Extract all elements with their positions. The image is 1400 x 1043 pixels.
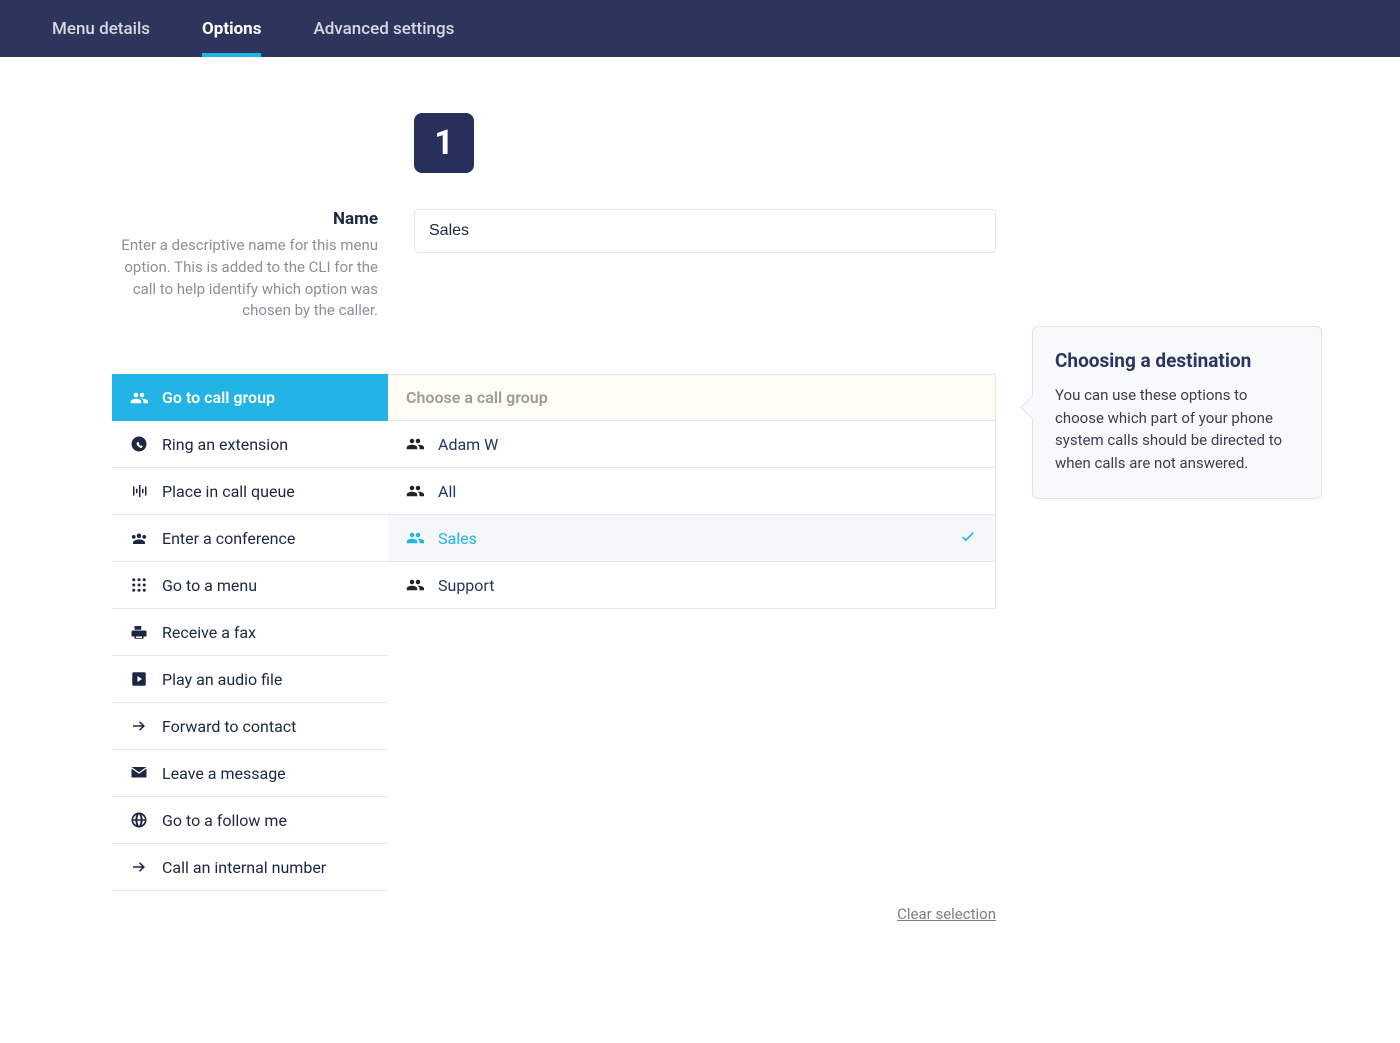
dest-type-label: Enter a conference (162, 529, 295, 548)
call-group-support[interactable]: Support (388, 562, 996, 609)
fax-icon (130, 623, 148, 641)
clear-selection-link[interactable]: Clear selection (112, 905, 996, 923)
nav-tab-menu-details[interactable]: Menu details (52, 0, 176, 57)
dest-type-call-an-internal-number[interactable]: Call an internal number (112, 844, 388, 891)
call-group-label: Support (438, 576, 494, 595)
group-icon (406, 529, 424, 547)
choose-header: Choose a call group (388, 374, 996, 421)
dest-type-ring-an-extension[interactable]: Ring an extension (112, 421, 388, 468)
dest-type-leave-a-message[interactable]: Leave a message (112, 750, 388, 797)
help-panel: Choosing a destination You can use these… (1032, 326, 1322, 499)
group-icon (406, 482, 424, 500)
arrow-icon (130, 858, 148, 876)
grid-icon (130, 576, 148, 594)
phone-icon (130, 435, 148, 453)
nav-tab-options[interactable]: Options (202, 0, 287, 57)
dest-type-go-to-a-follow-me[interactable]: Go to a follow me (112, 797, 388, 844)
call-group-adam-w[interactable]: Adam W (388, 421, 996, 468)
help-panel-title: Choosing a destination (1055, 349, 1299, 372)
message-icon (130, 764, 148, 782)
option-number-badge: 1 (414, 113, 474, 173)
check-icon (959, 527, 977, 549)
dest-type-go-to-a-menu[interactable]: Go to a menu (112, 562, 388, 609)
top-nav: Menu details Options Advanced settings (0, 0, 1400, 57)
dest-type-forward-to-contact[interactable]: Forward to contact (112, 703, 388, 750)
dest-type-label: Go to a follow me (162, 811, 287, 830)
destination-choose-panel: Choose a call group Adam W All Sales Suppor… (388, 374, 996, 891)
group-icon (406, 435, 424, 453)
call-group-label: Sales (438, 529, 477, 548)
destination-area: Go to call group Ring an extension Place i… (112, 374, 1288, 891)
globe-icon (130, 811, 148, 829)
dest-type-place-in-call-queue[interactable]: Place in call queue (112, 468, 388, 515)
call-group-label: All (438, 482, 456, 501)
name-label: Name (112, 209, 378, 229)
queue-icon (130, 482, 148, 500)
nav-tab-advanced-settings[interactable]: Advanced settings (313, 0, 480, 57)
dest-type-label: Forward to contact (162, 717, 296, 736)
name-input[interactable] (414, 209, 996, 253)
name-help: Enter a descriptive name for this menu o… (112, 235, 378, 322)
play-icon (130, 670, 148, 688)
dest-type-label: Ring an extension (162, 435, 288, 454)
group-icon (130, 389, 148, 407)
dest-type-enter-a-conference[interactable]: Enter a conference (112, 515, 388, 562)
dest-type-label: Place in call queue (162, 482, 295, 501)
name-row: Name Enter a descriptive name for this m… (112, 209, 1288, 322)
dest-type-label: Go to call group (162, 388, 275, 407)
dest-type-label: Play an audio file (162, 670, 282, 689)
dest-type-label: Leave a message (162, 764, 286, 783)
dest-type-play-an-audio-file[interactable]: Play an audio file (112, 656, 388, 703)
group-icon (406, 576, 424, 594)
help-panel-body: You can use these options to choose whic… (1055, 384, 1299, 474)
call-group-all[interactable]: All (388, 468, 996, 515)
dest-type-receive-a-fax[interactable]: Receive a fax (112, 609, 388, 656)
dest-type-label: Receive a fax (162, 623, 256, 642)
dest-type-label: Go to a menu (162, 576, 257, 595)
dest-type-label: Call an internal number (162, 858, 326, 877)
dest-type-go-to-call-group[interactable]: Go to call group (112, 374, 388, 421)
call-group-sales[interactable]: Sales (388, 515, 996, 562)
call-group-label: Adam W (438, 435, 498, 454)
conference-icon (130, 529, 148, 547)
arrow-icon (130, 717, 148, 735)
destination-type-list: Go to call group Ring an extension Place i… (112, 374, 388, 891)
